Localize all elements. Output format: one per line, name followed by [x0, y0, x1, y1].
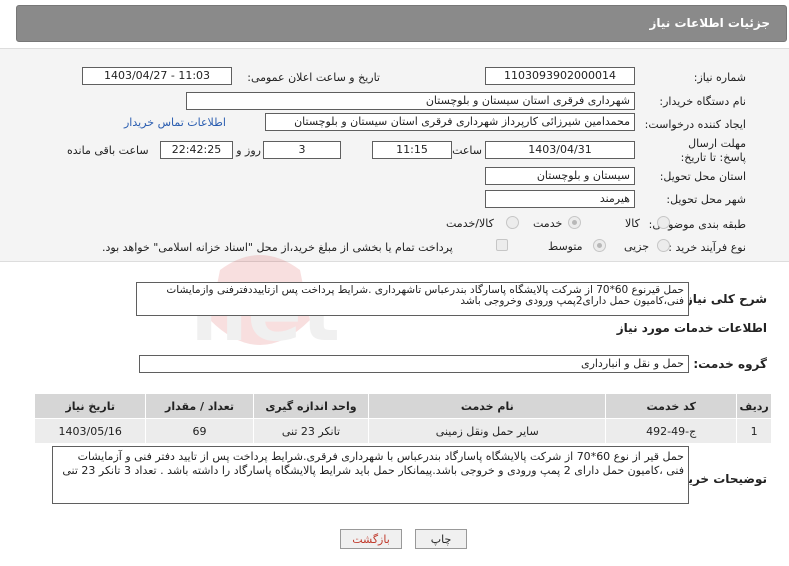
page-title: جزئیات اطلاعات نیاز [649, 16, 770, 30]
treasury-payment-checkbox[interactable] [496, 239, 508, 251]
time-label: ساعت [452, 144, 482, 157]
creator-label: ایجاد کننده درخواست: [644, 118, 746, 131]
process-small-radio[interactable] [657, 239, 670, 252]
services-section-title: اطلاعات خدمات مورد نیاز [616, 321, 767, 335]
days-field: 3 [263, 141, 341, 159]
category-service-radio[interactable] [568, 216, 581, 229]
remaining-time-field: 22:42:25 [160, 141, 233, 159]
announce-field: 1403/04/27 - 11:03 [82, 67, 232, 85]
announce-label: تاریخ و ساعت اعلان عمومی: [247, 71, 380, 84]
buyer-desc-textarea[interactable]: حمل قیر از نوع 60*70 از شرکت پالایشگاه پ… [52, 446, 689, 504]
process-medium-label: متوسط [548, 240, 583, 253]
category-goods-service-radio[interactable] [506, 216, 519, 229]
province-label: استان محل تحویل: [659, 170, 746, 183]
col-service-name: نام خدمت [368, 393, 607, 419]
payment-note: پرداخت تمام یا بخشی از مبلغ خرید،از محل … [102, 241, 453, 254]
deadline-time-field: 11:15 [372, 141, 452, 159]
announce-value: 1403/04/27 - 11:03 [103, 69, 211, 82]
table-row: 1 ج-49-492 سایر حمل ونقل زمینی تانکر 23 … [33, 418, 772, 444]
back-button[interactable]: بازگشت [340, 529, 402, 549]
category-goods-service-label: کالا/خدمت [446, 217, 494, 230]
cell-service-code: ج-49-492 [605, 418, 738, 444]
process-label: نوع فرآیند خرید : [668, 241, 746, 254]
process-small-label: جزیی [624, 240, 650, 253]
process-medium-radio[interactable] [593, 239, 606, 252]
deadline-label: مهلت ارسال پاسخ: تا تاریخ: [680, 137, 746, 164]
need-number-label: شماره نیاز: [693, 71, 746, 84]
cell-row: 1 [736, 418, 772, 444]
col-row: ردیف [736, 393, 772, 419]
deadline-date-field: 1403/04/31 [485, 141, 635, 159]
buyer-org-field: شهرداری فرقری استان سیستان و بلوچستان [186, 92, 635, 110]
col-unit: واحد اندازه گیری [252, 393, 370, 419]
days-label: روز و [236, 144, 261, 157]
buyer-org-label: نام دستگاه خریدار: [659, 95, 746, 108]
creator-field: محمدامین شیرزائی کارپرداز شهرداری فرقری … [265, 113, 635, 131]
city-field: هیرمند [485, 190, 635, 208]
service-group-field: حمل و نقل و انبارداری [139, 355, 689, 373]
table-header-row: ردیف کد خدمت نام خدمت واحد اندازه گیری ت… [33, 393, 772, 419]
summary-textarea[interactable]: حمل قیرنوع 60*70 از شرکت پالایشگاه پاسار… [136, 282, 689, 316]
remaining-label: ساعت باقی مانده [67, 144, 149, 157]
services-table: ردیف کد خدمت نام خدمت واحد اندازه گیری ت… [33, 393, 772, 444]
city-label: شهر محل تحویل: [666, 193, 746, 206]
category-goods-radio[interactable] [657, 216, 670, 229]
category-service-label: خدمت [533, 217, 563, 230]
cell-unit: تانکر 23 تنی [252, 418, 370, 444]
col-service-code: کد خدمت [605, 393, 738, 419]
print-button[interactable]: چاپ [415, 529, 467, 549]
cell-need-date: 1403/05/16 [33, 418, 147, 444]
cell-service-name: سایر حمل ونقل زمینی [368, 418, 607, 444]
province-field: سیستان و بلوچستان [485, 167, 635, 185]
need-number-field: 1103093902000014 [485, 67, 635, 85]
contact-info-link[interactable]: اطلاعات تماس خریدار [124, 116, 226, 129]
col-quantity: تعداد / مقدار [145, 393, 254, 419]
col-need-date: تاریخ نیاز [33, 393, 147, 419]
service-group-label: گروه خدمت: [693, 357, 767, 371]
summary-label: شرح کلی نیاز: [681, 292, 767, 306]
page-header: جزئیات اطلاعات نیاز [16, 5, 787, 42]
category-goods-label: کالا [625, 217, 640, 230]
cell-quantity: 69 [145, 418, 254, 444]
